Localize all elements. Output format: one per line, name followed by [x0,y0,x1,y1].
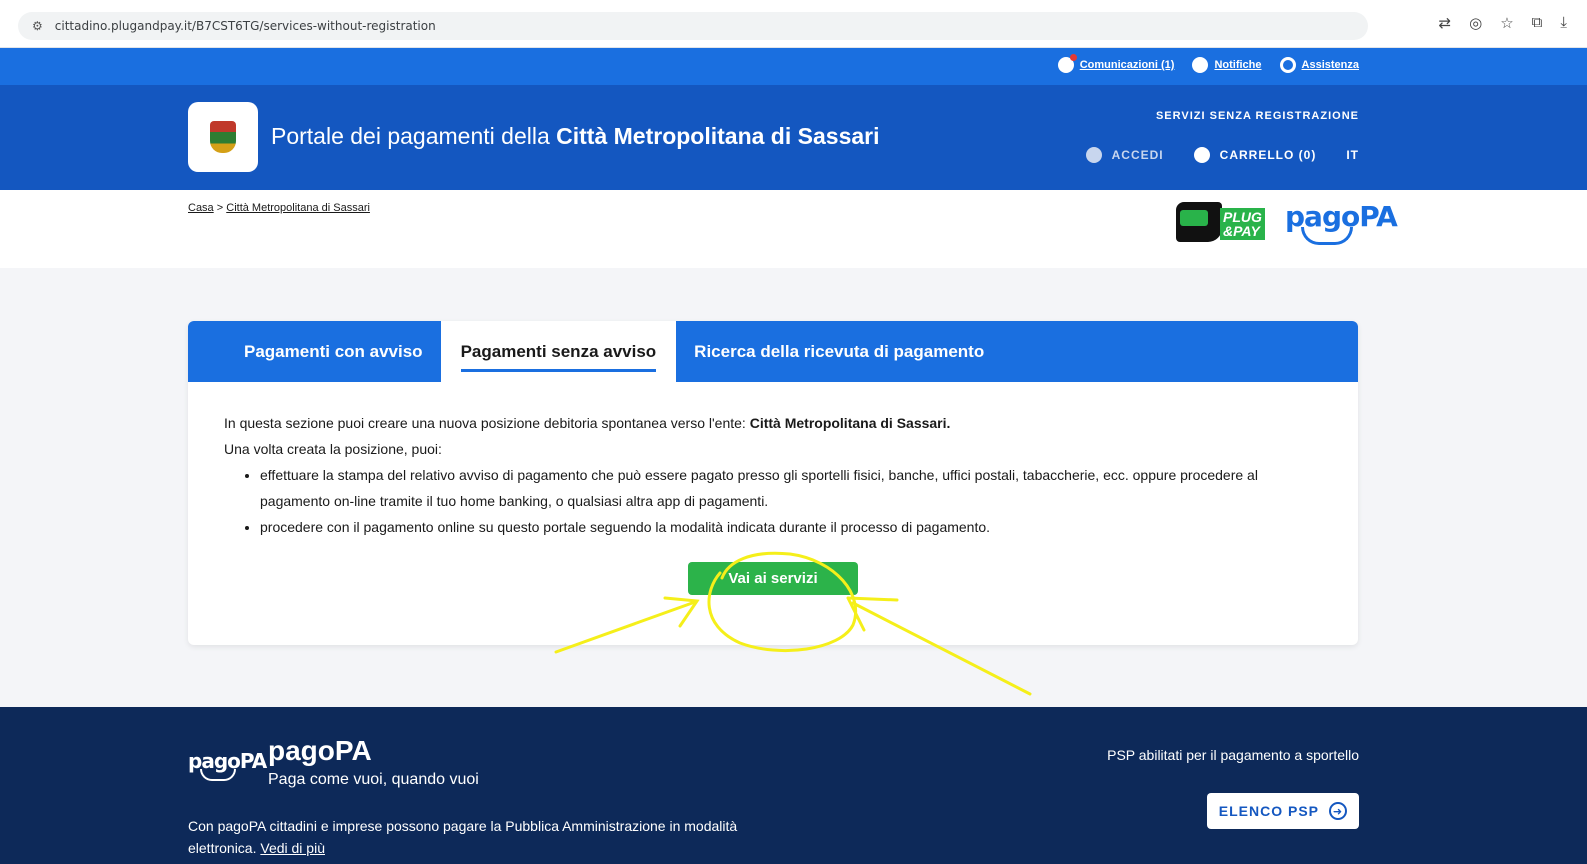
notifications-link[interactable]: Notifiche [1192,57,1262,73]
address-bar[interactable]: ⚙ cittadino.plugandpay.it/B7CST6TG/servi… [18,12,1368,40]
pagopa-logo-text: pagoPA [1285,200,1398,233]
eye-off-icon[interactable]: ◎ [1469,14,1482,32]
psp-text: PSP abilitati per il pagamento a sportel… [1107,747,1359,763]
footer-pagopa-logo: pagoPA [188,749,267,781]
message-icon [1057,54,1077,73]
footer-brand: pagoPA [268,735,372,766]
bell-icon [1192,57,1209,73]
footer-logo-text: pagoPA [188,749,267,773]
download-icon[interactable]: ⤓ [1560,14,1567,32]
tab-bar: Pagamenti con avviso Pagamenti senza avv… [188,321,1358,382]
tab-receipt-search[interactable]: Ricerca della ricevuta di pagamento [676,321,1002,382]
login-label: ACCEDI [1111,148,1164,162]
plug-text-line2: &PAY [1223,223,1260,239]
plug-and-pay-logo: PLUG &PAY [1176,198,1268,256]
psp-list-button[interactable]: ELENCO PSP ➜ [1206,793,1359,829]
translate-icon[interactable]: ⇄ [1439,14,1452,32]
pagopa-logo: pagoPA [1285,200,1398,245]
support-link[interactable]: Assistenza [1279,57,1359,73]
breadcrumb-separator: > [216,202,224,214]
utility-bar: Comunicazioni (1) Notifiche Assistenza [0,48,1587,85]
intro-line2: Una volta creata la posizione, puoi: [224,441,442,457]
site-header: Portale dei pagamenti della Città Metrop… [0,85,1587,190]
lifebuoy-icon [1279,57,1296,73]
list-item: effettuare la stampa del relativo avviso… [260,462,1322,514]
breadcrumb: Casa > Città Metropolitana di Sassari [188,202,370,214]
user-icon [1085,147,1102,163]
header-actions: ACCEDI CARRELLO (0) IT [1085,147,1359,163]
options-list: effettuare la stampa del relativo avviso… [260,462,1322,540]
arrow-right-icon: ➜ [1329,802,1347,820]
site-title-entity: Città Metropolitana di Sassari [556,123,880,149]
notifications-label: Notifiche [1214,59,1262,71]
footer-description: Con pagoPA cittadini e imprese possono p… [188,815,748,859]
plug-and-pay-text: PLUG &PAY [1220,208,1265,240]
list-item: procedere con il pagamento online su que… [260,514,1322,540]
services-no-registration-label: SERVIZI SENZA REGISTRAZIONE [1155,110,1359,122]
star-icon[interactable]: ☆ [1500,14,1513,32]
intro-entity: Città Metropolitana di Sassari. [749,415,951,431]
url-text: cittadino.plugandpay.it/B7CST6TG/service… [54,19,436,33]
footer-tagline: Paga come vuoi, quando vuoi [268,771,479,788]
communications-label: Comunicazioni (1) [1079,59,1175,71]
site-settings-icon[interactable]: ⚙ [32,19,43,33]
breadcrumb-current[interactable]: Città Metropolitana di Sassari [226,202,370,214]
cart-button[interactable]: CARRELLO (0) [1193,147,1317,163]
site-footer: pagoPA pagoPA Paga come vuoi, quando vuo… [0,707,1587,864]
site-title-prefix: Portale dei pagamenti della [271,123,557,149]
coat-of-arms-icon [210,121,236,153]
intro-text: In questa sezione puoi creare una nuova … [224,410,1322,436]
extensions-icon[interactable]: ⧉ [1532,14,1543,32]
city-logo[interactable] [188,102,258,172]
support-label: Assistenza [1301,59,1359,71]
tab-payments-without-notice[interactable]: Pagamenti senza avviso [440,321,677,382]
language-label: IT [1346,148,1359,162]
intro-text-main: In questa sezione puoi creare una nuova … [224,415,750,431]
login-button[interactable]: ACCEDI [1085,147,1164,163]
browser-toolbar: ⚙ cittadino.plugandpay.it/B7CST6TG/servi… [0,0,1587,48]
see-more-link[interactable]: Vedi di più [260,840,325,856]
communications-link[interactable]: Comunicazioni (1) [1057,54,1175,73]
cart-label: CARRELLO (0) [1219,148,1317,162]
psp-list-label: ELENCO PSP [1218,803,1319,819]
site-title: Portale dei pagamenti della Città Metrop… [271,123,880,150]
services-card: Pagamenti con avviso Pagamenti senza avv… [188,321,1358,645]
browser-icons: ⇄ ◎ ☆ ⧉ ⤓ [1439,14,1567,32]
card-content: In questa sezione puoi creare una nuova … [188,382,1358,595]
tab-payments-with-notice[interactable]: Pagamenti con avviso [188,321,441,382]
breadcrumb-home[interactable]: Casa [188,202,214,214]
breadcrumb-area: Casa > Città Metropolitana di Sassari PL… [0,190,1587,268]
cart-icon [1193,147,1210,163]
go-to-services-button[interactable]: Vai ai servizi [688,562,858,595]
plug-icon [1176,202,1222,242]
language-selector[interactable]: IT [1346,148,1359,162]
